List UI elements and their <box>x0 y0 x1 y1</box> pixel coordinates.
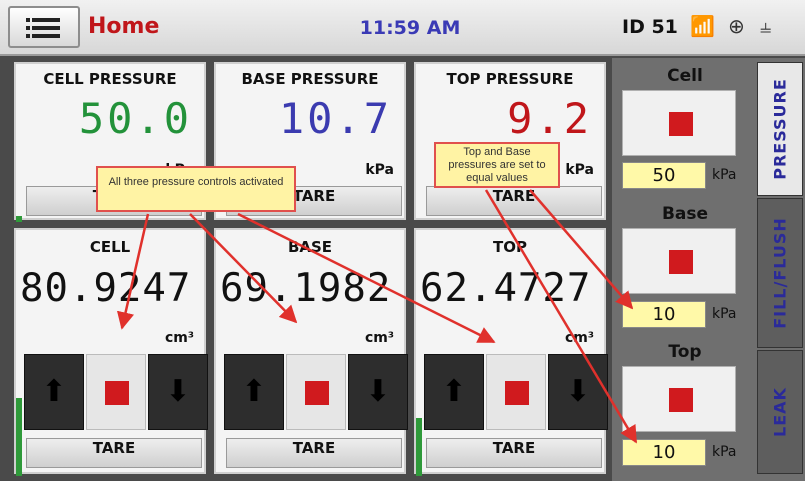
annotation-arrow <box>189 213 298 324</box>
annotation-arrows <box>116 189 638 444</box>
annotation-arrow <box>484 189 638 444</box>
app-screen: Home 11:59 AM ID 51 📶 ⊕ ⫨ CELL PRESSURE … <box>0 0 805 481</box>
annotation-note-left: All three pressure controls activated <box>96 166 296 212</box>
annotation-arrow <box>116 213 150 330</box>
annotation-note-right: Top and Base pressures are set to equal … <box>434 142 560 188</box>
annotation-arrow <box>237 212 496 344</box>
